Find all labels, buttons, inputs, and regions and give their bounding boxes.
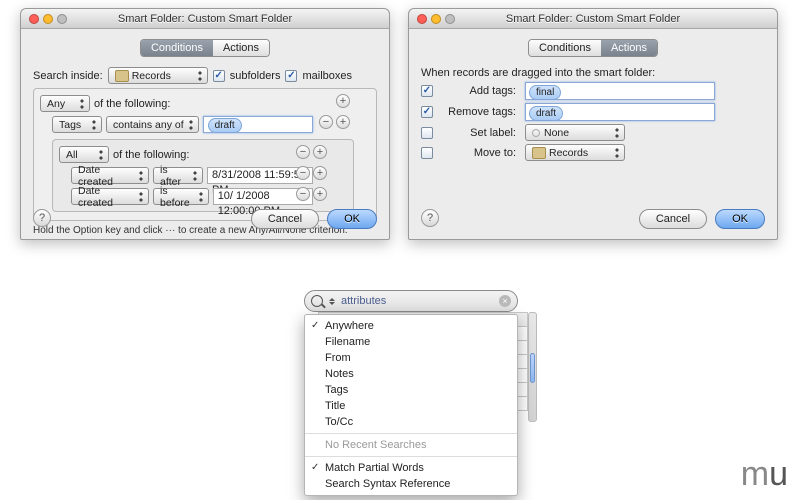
of-following-label: of the following: (113, 149, 189, 161)
subfolders-label: subfolders (230, 70, 281, 82)
menu-item-tags[interactable]: Tags (305, 382, 517, 398)
menu-item-filename[interactable]: Filename (305, 334, 517, 350)
add-tags-field[interactable]: final (525, 82, 715, 100)
tag-token: draft (208, 118, 242, 133)
menu-item-title[interactable]: Title (305, 398, 517, 414)
label-swatch-icon (532, 129, 540, 137)
menu-item-anywhere[interactable]: Anywhere (305, 318, 517, 334)
set-label-value: None (544, 127, 569, 139)
menu-item-notes[interactable]: Notes (305, 366, 517, 382)
add-tags-checkbox[interactable]: ✓ (421, 85, 433, 97)
menu-separator (305, 433, 517, 434)
menu-item-from[interactable]: From (305, 350, 517, 366)
help-button[interactable]: ? (421, 209, 439, 227)
clear-search-icon[interactable]: × (499, 295, 511, 307)
tab-actions[interactable]: Actions (213, 40, 269, 56)
rule-value-field[interactable]: draft (203, 116, 313, 133)
rule-attr-popup[interactable]: Date created (71, 188, 149, 205)
add-rule-button[interactable]: + (336, 94, 350, 108)
window-traffic-lights[interactable] (21, 14, 71, 24)
zoom-window-icon[interactable] (57, 14, 67, 24)
of-following-label: of the following: (94, 98, 170, 110)
remove-rule-button[interactable]: − (296, 187, 310, 201)
remove-rule-button[interactable]: − (296, 166, 310, 180)
match-any-popup[interactable]: Any (40, 95, 90, 112)
cancel-button[interactable]: Cancel (251, 209, 319, 229)
cancel-button[interactable]: Cancel (639, 209, 707, 229)
add-rule-button[interactable]: + (313, 187, 327, 201)
add-rule-button[interactable]: + (313, 145, 327, 159)
menu-item-tocc[interactable]: To/Cc (305, 414, 517, 430)
move-to-checkbox[interactable]: ✓ (421, 147, 433, 159)
tag-token: final (529, 85, 561, 100)
menu-separator (305, 456, 517, 457)
folder-icon (115, 70, 129, 82)
mailboxes-label: mailboxes (302, 70, 352, 82)
search-field[interactable]: attributes × (304, 290, 518, 312)
smart-folder-conditions-window: Smart Folder: Custom Smart Folder Condit… (20, 8, 390, 240)
close-window-icon[interactable] (29, 14, 39, 24)
search-scope-caret-icon[interactable] (328, 298, 336, 305)
rule-op-popup[interactable]: is before (153, 188, 209, 205)
window-title: Smart Folder: Custom Smart Folder (71, 13, 389, 25)
scrollbar[interactable] (528, 312, 537, 422)
close-window-icon[interactable] (417, 14, 427, 24)
tab-conditions[interactable]: Conditions (141, 40, 213, 56)
menu-item-syntax-ref[interactable]: Search Syntax Reference (305, 476, 517, 492)
titlebar[interactable]: Smart Folder: Custom Smart Folder (21, 9, 389, 29)
remove-tags-checkbox[interactable]: ✓ (421, 106, 433, 118)
add-rule-button[interactable]: + (313, 166, 327, 180)
criteria-group-all: All of the following: −+ Date created is… (52, 139, 354, 212)
move-to-value: Records (549, 147, 588, 159)
add-rule-button[interactable]: + (336, 115, 350, 129)
remove-group-button[interactable]: − (296, 145, 310, 159)
rule-op-popup[interactable]: contains any of (106, 116, 199, 133)
add-tags-label: Add tags: (438, 85, 520, 97)
match-all-popup[interactable]: All (59, 146, 109, 163)
remove-tags-field[interactable]: draft (525, 103, 715, 121)
watermark-logo: mu (741, 455, 788, 494)
tab-bar: Conditions Actions (33, 39, 377, 57)
zoom-window-icon[interactable] (445, 14, 455, 24)
tag-token: draft (529, 106, 563, 121)
minimize-window-icon[interactable] (43, 14, 53, 24)
folder-icon (532, 147, 546, 159)
actions-intro: When records are dragged into the smart … (421, 67, 765, 79)
set-label-popup[interactable]: None (525, 124, 625, 141)
move-to-label: Move to: (438, 147, 520, 159)
move-to-popup[interactable]: Records (525, 144, 625, 161)
tab-bar: Conditions Actions (421, 39, 765, 57)
search-input-text[interactable]: attributes (341, 295, 494, 307)
remove-rule-button[interactable]: − (319, 115, 333, 129)
search-inside-popup[interactable]: Records (108, 67, 208, 84)
search-menu: Anywhere Filename From Notes Tags Title … (304, 314, 518, 496)
tab-conditions[interactable]: Conditions (529, 40, 601, 56)
window-traffic-lights[interactable] (409, 14, 459, 24)
smart-folder-actions-window: Smart Folder: Custom Smart Folder Condit… (408, 8, 778, 240)
search-inside-value: Records (132, 70, 171, 82)
menu-item-partial-words[interactable]: Match Partial Words (305, 460, 517, 476)
subfolders-checkbox[interactable]: ✓ (213, 70, 225, 82)
rule-attr-popup[interactable]: Tags (52, 116, 102, 133)
menu-no-recent: No Recent Searches (305, 437, 517, 453)
mailboxes-checkbox[interactable]: ✓ (285, 70, 297, 82)
ok-button[interactable]: OK (327, 209, 377, 229)
tab-actions[interactable]: Actions (601, 40, 657, 56)
scrollbar-thumb[interactable] (530, 353, 535, 383)
search-icon (311, 295, 323, 307)
help-button[interactable]: ? (33, 209, 51, 227)
window-title: Smart Folder: Custom Smart Folder (459, 13, 777, 25)
criteria-group-any: Any of the following: + Tags contains an… (33, 88, 377, 221)
set-label-label: Set label: (438, 127, 520, 139)
set-label-checkbox[interactable]: ✓ (421, 127, 433, 139)
minimize-window-icon[interactable] (431, 14, 441, 24)
titlebar[interactable]: Smart Folder: Custom Smart Folder (409, 9, 777, 29)
ok-button[interactable]: OK (715, 209, 765, 229)
rule-attr-popup[interactable]: Date created (71, 167, 149, 184)
search-inside-label: Search inside: (33, 70, 103, 82)
remove-tags-label: Remove tags: (438, 106, 520, 118)
search-popover: attributes × Anywhere Filename From Note… (304, 290, 518, 496)
rule-op-popup[interactable]: is after (153, 167, 203, 184)
